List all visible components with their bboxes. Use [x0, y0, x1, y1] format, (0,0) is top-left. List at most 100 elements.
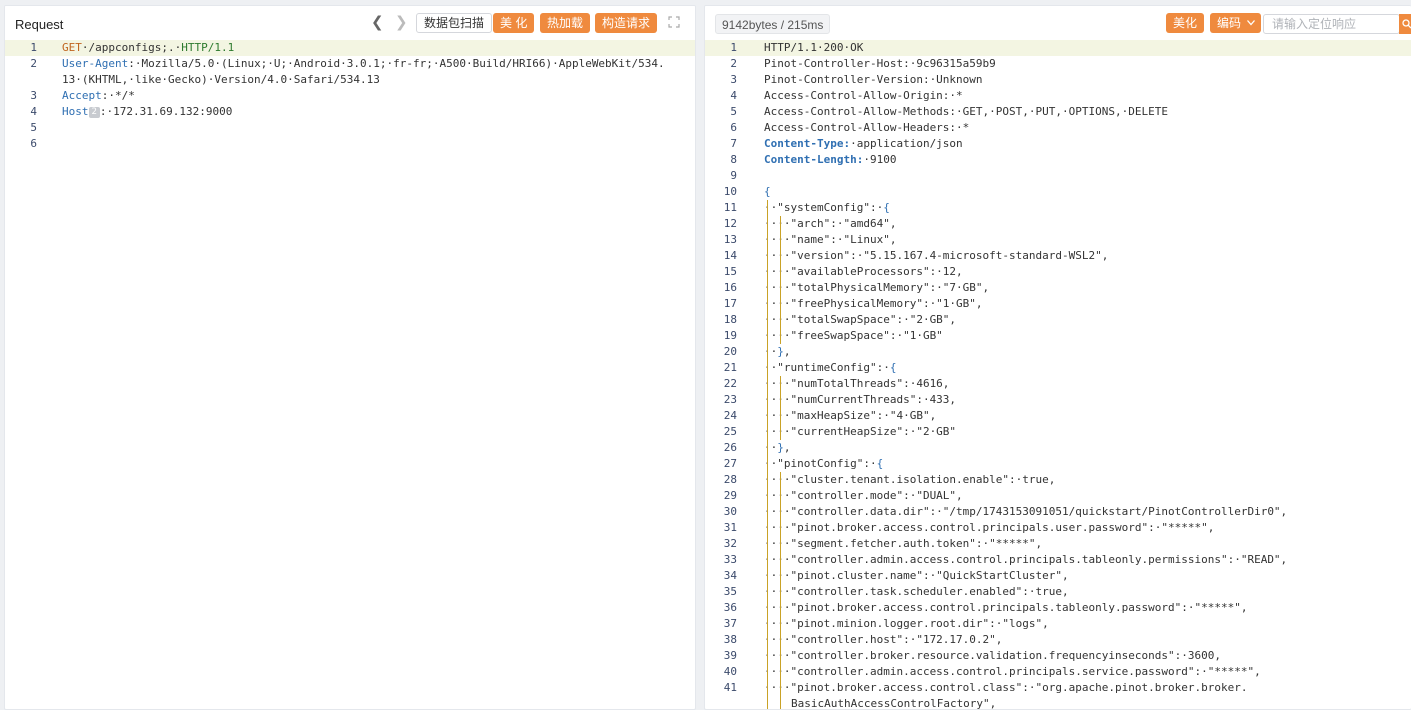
code-line[interactable]: 26 ··},: [705, 440, 1411, 456]
line-number: 11: [723, 201, 737, 214]
code-token: ····"controller.data.dir":·"/tmp/1743153…: [764, 505, 1288, 518]
code-line[interactable]: 25 ····"currentHeapSize":·"2·GB": [705, 424, 1411, 440]
code-line[interactable]: 10 {: [705, 184, 1411, 200]
request-editor[interactable]: 1 GET·/appconfigs;.·HTTP/1.1 2 User-Agent:·…: [5, 40, 695, 709]
code-text: ····"availableProcessors":·12,: [764, 264, 963, 280]
code-line[interactable]: 19 ····"freeSwapSpace":·"1·GB": [705, 328, 1411, 344]
line-number: 9: [730, 169, 737, 182]
code-line[interactable]: 36 ····"pinot.broker.access.control.princ…: [705, 600, 1411, 616]
code-line[interactable]: 28 ····"cluster.tenant.isolation.enable":…: [705, 472, 1411, 488]
code-line[interactable]: 6 Access-Control-Allow-Headers:·*: [705, 120, 1411, 136]
next-arrow-icon[interactable]: ❯: [395, 15, 408, 30]
line-number: 8: [730, 153, 737, 166]
code-line[interactable]: 3 Accept:·*/*: [5, 88, 695, 104]
indent-guide: [767, 200, 768, 216]
code-line[interactable]: 21 ··"runtimeConfig":·{: [705, 360, 1411, 376]
code-line[interactable]: 5: [5, 120, 695, 136]
indent-guide: [780, 216, 782, 232]
code-line[interactable]: 16 ····"totalPhysicalMemory":·"7·GB",: [705, 280, 1411, 296]
code-line[interactable]: 17 ····"freePhysicalMemory":·"1·GB",: [705, 296, 1411, 312]
code-text: ····"currentHeapSize":·"2·GB": [764, 424, 956, 440]
code-line[interactable]: 20 ··},: [705, 344, 1411, 360]
code-text: ····"controller.host":·"172.17.0.2",: [764, 632, 1002, 648]
code-line[interactable]: 2 Pinot-Controller-Host:·9c96315a59b9: [705, 56, 1411, 72]
indent-guide: [780, 248, 782, 264]
indent-guide: [767, 440, 768, 456]
indent-guide: [780, 264, 782, 280]
indent-guide: [767, 552, 768, 568]
hot-load-button[interactable]: 热加载: [540, 13, 591, 33]
code-line[interactable]: 11 ··"systemConfig":·{: [705, 200, 1411, 216]
code-text: ··"runtimeConfig":·{: [764, 360, 896, 376]
code-line[interactable]: 8 Content-Length:·9100: [705, 152, 1411, 168]
code-line[interactable]: 7 Content-Type:·application/json: [705, 136, 1411, 152]
code-token: Content-Type:: [764, 137, 851, 150]
search-button[interactable]: [1399, 14, 1411, 34]
line-number: 20: [723, 345, 737, 358]
code-line[interactable]: 3 Pinot-Controller-Version:·Unknown: [705, 72, 1411, 88]
beautify-request-button[interactable]: 美 化: [493, 13, 535, 33]
code-line[interactable]: 34 ····"pinot.cluster.name":·"QuickStartC…: [705, 568, 1411, 584]
indent-guide: [767, 472, 768, 488]
code-line[interactable]: 22 ····"numTotalThreads":·4616,: [705, 376, 1411, 392]
code-line[interactable]: 31 ····"pinot.broker.access.control.princ…: [705, 520, 1411, 536]
response-editor[interactable]: 1 HTTP/1.1·200·OK 2 Pinot-Controller-Host:·…: [705, 40, 1411, 709]
code-line[interactable]: 4 Access-Control-Allow-Origin:·*: [705, 88, 1411, 104]
code-line[interactable]: 2 User-Agent:·Mozilla/5.0·(Linux;·U;·Andr…: [5, 56, 695, 72]
code-line[interactable]: 35 ····"controller.task.scheduler.enabled…: [705, 584, 1411, 600]
code-line[interactable]: 30 ····"controller.data.dir":·"/tmp/17431…: [705, 504, 1411, 520]
construct-request-button[interactable]: 构造请求: [595, 13, 658, 33]
code-line[interactable]: 4 Host 2:·172.31.69.132:9000: [5, 104, 695, 120]
indent-guide: [780, 632, 782, 648]
code-line[interactable]: 41 ····"pinot.broker.access.control.class…: [705, 680, 1411, 696]
previous-arrow-icon[interactable]: ❮: [371, 15, 384, 30]
indent-guide: [780, 648, 782, 664]
code-line[interactable]: 18 ····"totalSwapSpace":·"2·GB",: [705, 312, 1411, 328]
locate-response-input[interactable]: [1263, 14, 1400, 34]
indent-guide: [780, 552, 782, 568]
code-line[interactable]: 37 ····"pinot.minion.logger.root.dir":·"l…: [705, 616, 1411, 632]
code-line[interactable]: 15 ····"availableProcessors":·12,: [705, 264, 1411, 280]
expand-icon[interactable]: [668, 16, 680, 28]
code-text: Content-Length:·9100: [764, 152, 896, 168]
code-line[interactable]: 14 ····"version":·"5.15.167.4-microsoft-s…: [705, 248, 1411, 264]
code-token: ····"freeSwapSpace":·"1·GB": [764, 329, 943, 342]
line-number: 2: [730, 57, 737, 70]
indent-guide: [767, 504, 768, 520]
code-token: }: [777, 441, 784, 454]
encoding-dropdown[interactable]: 编码: [1210, 13, 1262, 33]
code-line[interactable]: 38 ····"controller.host":·"172.17.0.2",: [705, 632, 1411, 648]
code-text: ····"freeSwapSpace":·"1·GB": [764, 328, 943, 344]
count-hint-badge: 2: [88, 107, 100, 118]
code-line[interactable]: 12 ····"arch":·"amd64",: [705, 216, 1411, 232]
line-number: 14: [723, 249, 737, 262]
code-line[interactable]: 33 ····"controller.admin.access.control.p…: [705, 552, 1411, 568]
code-token: ··: [764, 345, 778, 358]
code-text: ····"totalPhysicalMemory":·"7·GB",: [764, 280, 989, 296]
indent-guide: [780, 312, 782, 328]
indent-guide: [767, 600, 768, 616]
code-line[interactable]: 40 ····"controller.admin.access.control.p…: [705, 664, 1411, 680]
code-line[interactable]: 9: [705, 168, 1411, 184]
code-token: ····"segment.fetcher.auth.token":·"*****…: [764, 537, 1043, 550]
code-line[interactable]: 39 ····"controller.broker.resource.valida…: [705, 648, 1411, 664]
code-line[interactable]: 24 ····"maxHeapSize":·"4·GB",: [705, 408, 1411, 424]
code-token: {: [883, 201, 890, 214]
code-line[interactable]: 29 ····"controller.mode":·"DUAL",: [705, 488, 1411, 504]
code-token: ····"controller.admin.access.control.pri…: [764, 553, 1288, 566]
indent-guide: [767, 536, 768, 552]
beautify-response-button[interactable]: 美化: [1166, 13, 1205, 33]
code-line[interactable]: 27 ··"pinotConfig":·{: [705, 456, 1411, 472]
code-line[interactable]: 1 HTTP/1.1·200·OK: [705, 40, 1411, 56]
code-line[interactable]: 23 ····"numCurrentThreads":·433,: [705, 392, 1411, 408]
line-number: 5: [730, 105, 737, 118]
packet-scan-button[interactable]: 数据包扫描: [416, 13, 493, 33]
code-token: ,: [783, 441, 791, 454]
code-line[interactable]: 13 ····"name":·"Linux",: [705, 232, 1411, 248]
code-line[interactable]: 32 ····"segment.fetcher.auth.token":·"***…: [705, 536, 1411, 552]
code-token: ····"arch":·"amd64",: [764, 217, 897, 230]
code-line[interactable]: 1 GET·/appconfigs;.·HTTP/1.1: [5, 40, 695, 56]
code-line[interactable]: 5 Access-Control-Allow-Methods:·GET,·POST…: [705, 104, 1411, 120]
code-line[interactable]: 6: [5, 136, 695, 152]
code-token: ····"controller.admin.access.control.pri…: [764, 665, 1261, 678]
